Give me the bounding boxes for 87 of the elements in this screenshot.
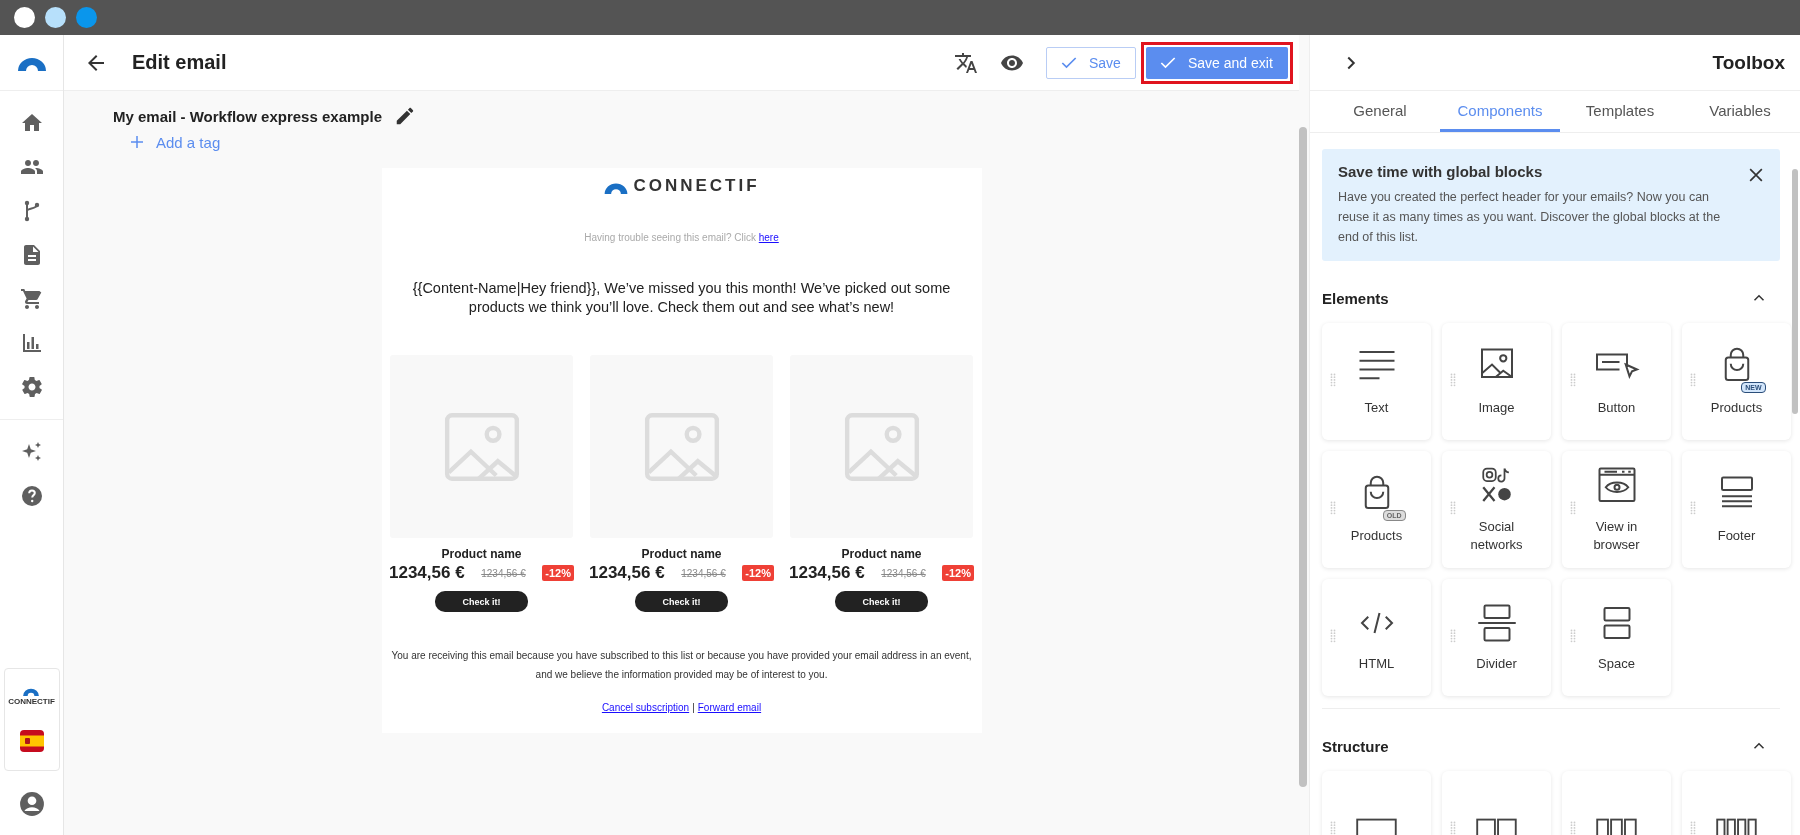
discount-badge: -12%	[542, 565, 574, 581]
drag-handle-icon[interactable]	[1330, 629, 1336, 643]
unsubscribe-link[interactable]: Cancel subscription	[601, 702, 690, 713]
view-online-text: Having trouble seeing this email? Click here	[584, 232, 779, 243]
here-link[interactable]: here	[758, 232, 779, 243]
image-icon	[643, 411, 720, 482]
brand-name: CONNECTIF	[8, 697, 55, 706]
component-label: Products	[1709, 398, 1764, 417]
cart-icon[interactable]	[19, 287, 44, 311]
component-label: Footer	[1716, 526, 1757, 545]
component-label: Products	[1349, 526, 1404, 545]
arc-logo-icon	[603, 181, 630, 194]
flag-icon[interactable]	[19, 730, 44, 752]
product-price: 1234,56 €	[789, 563, 865, 583]
component-label: View in browser	[1592, 517, 1641, 554]
brand-name: CONNECTIF	[633, 178, 760, 194]
product-price: 1234,56 €	[589, 563, 665, 583]
drag-handle-icon[interactable]	[1690, 821, 1696, 835]
component-card[interactable]: View in browser	[1562, 451, 1671, 568]
section-title: Structure	[1322, 737, 1389, 755]
scrollbar[interactable]	[1792, 169, 1798, 414]
product-price: 1234,56 €	[389, 563, 465, 583]
drag-handle-icon[interactable]	[1330, 501, 1336, 515]
check-it-button[interactable]: Check it!	[835, 591, 928, 612]
component-card[interactable]: Social networks	[1442, 451, 1551, 568]
component-label: Space	[1597, 654, 1636, 673]
product-name: Product name	[641, 547, 722, 561]
image-icon	[443, 411, 520, 482]
tab[interactable]: General	[1320, 91, 1440, 132]
forward-link[interactable]: Forward email	[697, 702, 762, 713]
intro-text: {{Content-Name|Hey friend}}, We’ve missed you this month! We’ve picked out some products we think you’ll love. Check them out and see what’s new!	[411, 279, 952, 317]
component-card[interactable]: Image	[1442, 323, 1551, 440]
email-name: My email - Workflow express example	[113, 107, 382, 125]
footer-text: You are receiving this email because you have subscribed to this list or because you have provided your email address in an event, and we believe the information provided may be of interest to you.	[390, 649, 973, 682]
window-control-icon[interactable]	[45, 7, 66, 28]
avatar-icon[interactable]	[18, 791, 45, 817]
check-it-button[interactable]: Check it!	[435, 591, 528, 612]
drag-handle-icon[interactable]	[1450, 821, 1456, 835]
drag-handle-icon[interactable]	[1450, 629, 1456, 643]
component-card[interactable]: Button	[1562, 323, 1671, 440]
tab[interactable]: Templates	[1560, 91, 1680, 132]
settings-icon[interactable]	[19, 375, 44, 399]
component-card[interactable]: Text	[1322, 323, 1431, 440]
component-label: Divider	[1475, 654, 1518, 673]
component-label: Text	[1363, 398, 1390, 417]
plus-icon	[128, 133, 146, 151]
drag-handle-icon[interactable]	[1450, 373, 1456, 387]
component-card[interactable]: Space	[1562, 579, 1671, 696]
banner-text: Have you created the perfect header for your emails? Now you can reuse it as many times as you want. Discover the global blocks at the end of this list.	[1338, 189, 1722, 246]
account-card[interactable]: CONNECTIF	[3, 668, 60, 771]
component-label: Button	[1596, 398, 1637, 417]
translate-icon[interactable]	[954, 50, 978, 75]
component-label: Image	[1477, 398, 1516, 417]
drag-handle-icon[interactable]	[1330, 373, 1336, 387]
image-icon	[843, 411, 920, 482]
component-card[interactable]: HTML	[1322, 579, 1431, 696]
drag-handle-icon[interactable]	[1690, 501, 1696, 515]
component-card[interactable]: Footer	[1682, 451, 1791, 568]
component-label: Social networks	[1469, 517, 1524, 554]
page-title: Edit email	[132, 51, 227, 74]
drag-handle-icon[interactable]	[1570, 629, 1576, 643]
drag-handle-icon[interactable]	[1690, 373, 1696, 387]
drag-handle-icon[interactable]	[1330, 821, 1336, 835]
product-name: Product name	[841, 547, 922, 561]
pencil-icon[interactable]	[394, 105, 416, 127]
component-card[interactable]: Divider	[1442, 579, 1551, 696]
check-it-button[interactable]: Check it!	[635, 591, 728, 612]
old-price: 1234,56 €	[881, 567, 926, 579]
tab[interactable]: Variables	[1680, 91, 1800, 132]
drag-handle-icon[interactable]	[1450, 501, 1456, 515]
discount-badge: -12%	[942, 565, 974, 581]
banner-title: Save time with global blocks	[1338, 163, 1543, 180]
product-name: Product name	[441, 547, 522, 561]
scrollbar[interactable]	[1299, 127, 1307, 787]
separator-text: |	[692, 702, 695, 713]
drag-handle-icon[interactable]	[1570, 501, 1576, 515]
drag-handle-icon[interactable]	[1570, 373, 1576, 387]
section-title: Elements	[1322, 289, 1389, 307]
arc-logo-icon	[22, 687, 41, 696]
component-label: HTML	[1357, 654, 1396, 673]
drag-handle-icon[interactable]	[1570, 821, 1576, 835]
old-price: 1234,56 €	[681, 567, 726, 579]
discount-badge: -12%	[742, 565, 774, 581]
old-price: 1234,56 €	[481, 567, 526, 579]
window-control-icon[interactable]	[14, 7, 35, 28]
panel-title: Toolbox	[1712, 51, 1785, 74]
help-icon[interactable]	[19, 484, 44, 508]
